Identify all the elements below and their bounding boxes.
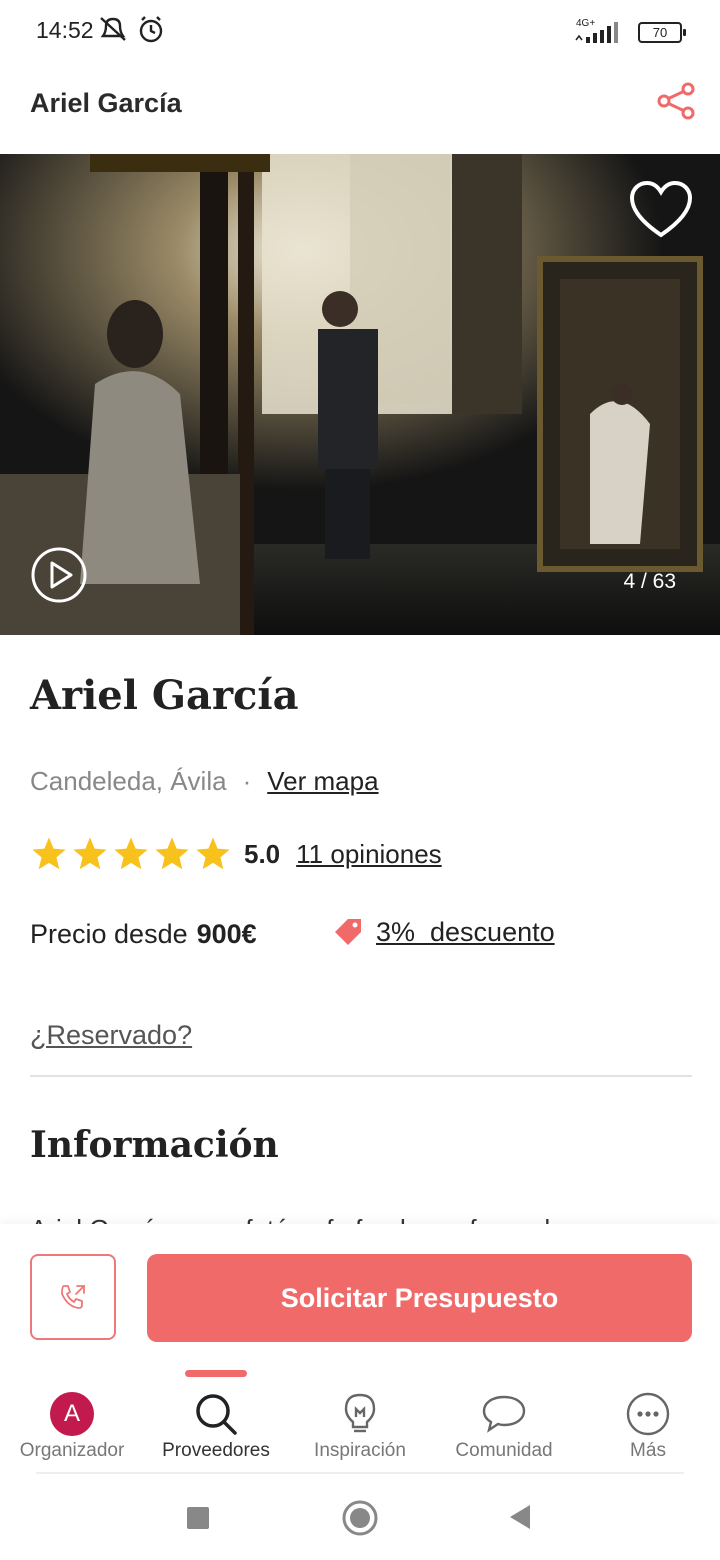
mute-icon [100, 17, 126, 41]
alarm-icon [139, 16, 163, 43]
tag-icon [335, 919, 361, 945]
status-time: 14:52 [36, 17, 94, 43]
nav-label: Proveedores [162, 1440, 270, 1461]
star-icon [196, 837, 230, 870]
nav-label: Más [630, 1440, 666, 1461]
nav-label: Inspiración [314, 1440, 406, 1461]
location-separator: · [242, 765, 252, 796]
home-icon[interactable] [342, 1500, 378, 1536]
reviews-link[interactable]: 11 opiniones [296, 839, 442, 870]
nav-divider [36, 1472, 684, 1474]
phone-call-icon [61, 1285, 85, 1309]
rating-row: 5.0 11 opiniones [30, 834, 442, 874]
search-icon [196, 1394, 237, 1435]
rating-stars [30, 835, 232, 873]
vendor-name: Ariel García [30, 672, 299, 719]
share-icon[interactable] [655, 80, 697, 122]
reserved-link[interactable]: ¿Reservado? [30, 1020, 192, 1051]
lightbulb-icon [344, 1393, 376, 1433]
nav-comunidad[interactable]: Comunidad [432, 1392, 576, 1462]
star-icon [32, 837, 66, 870]
info-section-title: Información [30, 1124, 279, 1166]
call-button[interactable] [30, 1254, 116, 1340]
status-right: 4G+ 70 [572, 16, 686, 46]
battery-indicator: 70 [638, 22, 686, 43]
header-title: Ariel García [30, 88, 182, 118]
info-text: Ariel García es un fotógrafo freelance f… [30, 1206, 720, 1226]
view-map-link[interactable]: Ver mapa [267, 766, 378, 797]
star-icon [114, 837, 148, 870]
play-circle-icon[interactable] [30, 546, 88, 604]
nav-inspiracion[interactable]: Inspiración [288, 1392, 432, 1462]
nav-label: Comunidad [455, 1440, 553, 1461]
nav-proveedores[interactable]: Proveedores [144, 1392, 288, 1462]
star-icon [155, 837, 189, 870]
star-icon [73, 837, 107, 870]
status-notification-icons [100, 16, 163, 43]
vendor-location: Candeleda, Ávila [30, 765, 227, 796]
section-divider [30, 1075, 692, 1077]
price-value: 900€ [196, 918, 257, 949]
gallery-counter: 4 / 63 [623, 570, 676, 593]
status-bar: 14:52 4G+ 70 [0, 0, 720, 62]
price-row: Precio desde 900€ [30, 914, 257, 954]
chat-bubble-icon [482, 1395, 526, 1433]
discount-badge[interactable]: 3% descuento [332, 912, 555, 952]
price-label: Precio desde [30, 918, 188, 949]
app-header: Ariel García [0, 62, 720, 154]
nav-organizador[interactable]: A Organizador [0, 1392, 144, 1462]
nav-mas[interactable]: Más [576, 1392, 720, 1462]
photo-gallery[interactable] [0, 154, 720, 635]
signal-icon [575, 22, 618, 43]
avatar: A [50, 1392, 94, 1436]
heart-icon[interactable] [628, 180, 694, 242]
recent-apps-icon[interactable] [187, 1507, 209, 1529]
gallery-photo [0, 154, 720, 635]
back-icon[interactable] [508, 1503, 532, 1531]
more-icon [626, 1392, 670, 1436]
rating-value: 5.0 [244, 838, 281, 869]
active-tab-indicator [185, 1370, 247, 1377]
discount-link[interactable]: 3% descuento [376, 917, 555, 948]
request-quote-button[interactable]: Solicitar Presupuesto [147, 1254, 692, 1342]
location-row: Candeleda, Ávila · Ver mapa [30, 763, 379, 799]
nav-label: Organizador [19, 1440, 125, 1461]
